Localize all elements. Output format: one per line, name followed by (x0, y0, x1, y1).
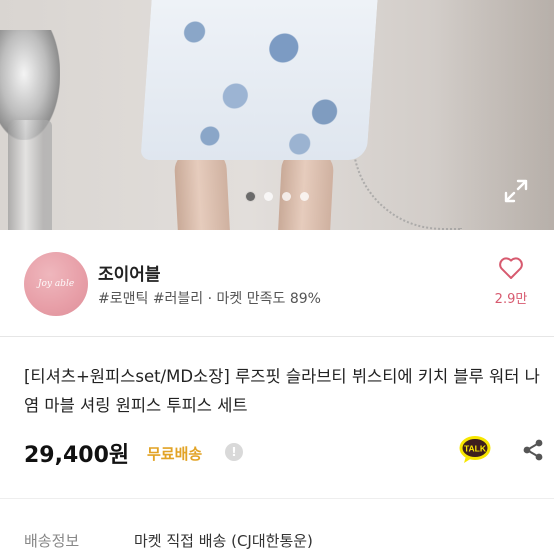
carousel-dot[interactable] (245, 192, 255, 201)
shipping-label: 배송정보 (24, 532, 80, 550)
carousel-dot[interactable] (299, 192, 309, 201)
carousel-indicator (0, 192, 554, 204)
carousel-dot[interactable] (281, 192, 291, 201)
shipping-value: 마켓 직접 배송 (CJ대한통운) (134, 532, 313, 550)
shop-tags: #로맨틱 #러블리 · 마켓 만족도 89% (98, 291, 321, 307)
shop-logo-text: Joy able (37, 279, 75, 289)
seller-info[interactable]: Joy able 조이어블 #로맨틱 #러블리 · 마켓 만족도 89% 2.9… (0, 232, 554, 336)
product-image[interactable] (0, 0, 554, 230)
share-icon[interactable] (520, 437, 546, 463)
model-right-leg (277, 148, 335, 230)
kakao-talk-label: TALK (464, 444, 487, 454)
heart-icon (499, 257, 523, 279)
price-row: 29,400원 무료배송 ! TALK (24, 435, 543, 469)
lamp-stand-decoration (8, 120, 52, 230)
kakao-talk-icon[interactable]: TALK (458, 435, 492, 465)
like-button[interactable]: 2.9만 (492, 256, 530, 307)
printed-skirt (140, 0, 378, 160)
product-price: 29,400원 (24, 443, 130, 468)
info-icon[interactable]: ! (225, 443, 243, 461)
shop-avatar[interactable]: Joy able (24, 252, 88, 316)
product-title: [티셔츠+원피스set/MD소장] 루즈핏 슬라브티 뷔스티에 키치 블루 워터… (24, 367, 540, 415)
section-divider (0, 498, 554, 499)
expand-icon[interactable] (503, 178, 529, 204)
shop-name[interactable]: 조이어블 (98, 260, 161, 285)
section-divider (0, 336, 554, 337)
model-left-leg (173, 148, 231, 230)
like-count: 2.9만 (494, 292, 528, 307)
free-shipping-badge: 무료배송 (147, 445, 203, 463)
carousel-dot[interactable] (263, 192, 273, 201)
